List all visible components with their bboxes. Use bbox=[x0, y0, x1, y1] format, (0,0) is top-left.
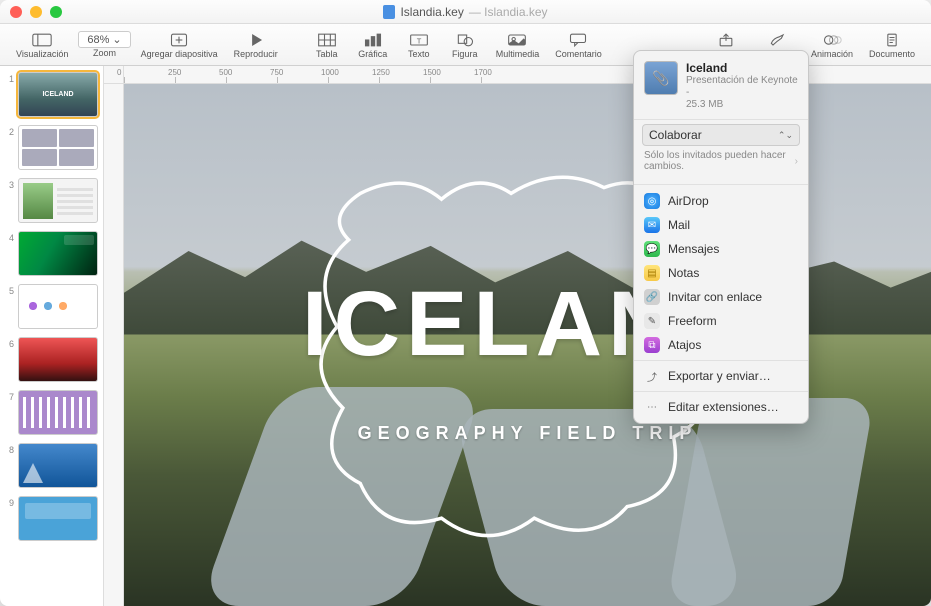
document-button[interactable]: Documento bbox=[863, 31, 921, 59]
slide-thumb-5[interactable] bbox=[18, 284, 98, 329]
share-shortcuts[interactable]: ⧉Atajos bbox=[634, 333, 808, 357]
messages-icon: 💬 bbox=[644, 241, 660, 257]
chevron-down-icon: ⌄ bbox=[112, 33, 121, 46]
share-invite-link[interactable]: 🔗Invitar con enlace bbox=[634, 285, 808, 309]
share-doc-meta1: Presentación de Keynote - bbox=[686, 75, 798, 99]
svg-text:T: T bbox=[416, 36, 421, 45]
slide-thumb-2[interactable] bbox=[18, 125, 98, 170]
chevron-up-down-icon: ⌃⌄ bbox=[778, 130, 793, 141]
slide-subtitle: GEOGRAPHY FIELD TRIP bbox=[124, 423, 931, 444]
traffic-lights bbox=[10, 6, 62, 18]
keynote-window: Islandia.key — Islandia.key Visualizació… bbox=[0, 0, 931, 606]
chart-icon bbox=[362, 31, 384, 49]
titlebar: Islandia.key — Islandia.key bbox=[0, 0, 931, 24]
share-edit-extensions[interactable]: ⋯Editar extensiones… bbox=[634, 395, 808, 419]
freeform-icon: ✎ bbox=[644, 313, 660, 329]
comment-button[interactable]: Comentario bbox=[549, 31, 608, 59]
shape-button[interactable]: Figura bbox=[444, 31, 486, 59]
share-icon bbox=[715, 31, 737, 49]
share-doc-name: Iceland bbox=[686, 61, 798, 75]
media-icon bbox=[506, 31, 528, 49]
text-button[interactable]: T Texto bbox=[398, 31, 440, 59]
share-messages[interactable]: 💬Mensajes bbox=[634, 237, 808, 261]
slide-title: ICELAND bbox=[124, 272, 931, 377]
link-icon: 🔗 bbox=[644, 289, 660, 305]
share-header: Iceland Presentación de Keynote - 25.3 M… bbox=[634, 51, 808, 119]
share-airdrop[interactable]: ◎AirDrop bbox=[634, 189, 808, 213]
text-icon: T bbox=[408, 31, 430, 49]
slide-thumb-6[interactable] bbox=[18, 337, 98, 382]
share-notes[interactable]: ▤Notas bbox=[634, 261, 808, 285]
collaborate-hint[interactable]: Sólo los invitados pueden hacer cambios.… bbox=[642, 146, 800, 176]
zoom-control[interactable]: 68%⌄ Zoom bbox=[78, 31, 130, 58]
title-primary: Islandia.key bbox=[400, 5, 463, 19]
table-button[interactable]: Tabla bbox=[306, 31, 348, 59]
share-freeform[interactable]: ✎Freeform bbox=[634, 309, 808, 333]
slide-thumb-1[interactable] bbox=[18, 72, 98, 117]
close-icon[interactable] bbox=[10, 6, 22, 18]
share-popover: Iceland Presentación de Keynote - 25.3 M… bbox=[633, 50, 809, 424]
document-icon bbox=[881, 31, 903, 49]
slide-thumb-8[interactable] bbox=[18, 443, 98, 488]
mail-icon: ✉ bbox=[644, 217, 660, 233]
animation-icon bbox=[821, 31, 843, 49]
share-options-list: ◎AirDrop ✉Mail 💬Mensajes ▤Notas 🔗Invitar… bbox=[634, 184, 808, 423]
table-icon bbox=[316, 31, 338, 49]
slide-thumb-4[interactable] bbox=[18, 231, 98, 276]
share-export[interactable]: ⤴Exportar y enviar… bbox=[634, 364, 808, 388]
maximize-icon[interactable] bbox=[50, 6, 62, 18]
add-slide-button[interactable]: Agregar diapositiva bbox=[135, 31, 224, 59]
view-icon bbox=[31, 31, 53, 49]
minimize-icon[interactable] bbox=[30, 6, 42, 18]
chart-button[interactable]: Gráfica bbox=[352, 31, 394, 59]
slide-thumb-7[interactable] bbox=[18, 390, 98, 435]
media-button[interactable]: Multimedia bbox=[490, 31, 546, 59]
plus-icon bbox=[168, 31, 190, 49]
document-icon bbox=[383, 5, 395, 19]
window-title: Islandia.key — Islandia.key bbox=[0, 5, 931, 19]
extensions-icon: ⋯ bbox=[644, 399, 660, 415]
slide-thumb-3[interactable] bbox=[18, 178, 98, 223]
share-doc-meta2: 25.3 MB bbox=[686, 99, 798, 111]
slide-navigator[interactable]: 1 2 3 4 5 6 7 8 9 bbox=[0, 66, 104, 606]
chevron-right-icon: › bbox=[795, 156, 798, 167]
slide-canvas[interactable]: ICELAND GEOGRAPHY FIELD TRIP bbox=[124, 84, 931, 606]
comment-icon bbox=[567, 31, 589, 49]
view-button[interactable]: Visualización bbox=[10, 31, 74, 59]
slide-thumb-9[interactable] bbox=[18, 496, 98, 541]
title-secondary: — Islandia.key bbox=[469, 5, 548, 19]
play-icon bbox=[245, 31, 267, 49]
shape-icon bbox=[454, 31, 476, 49]
share-mail[interactable]: ✉Mail bbox=[634, 213, 808, 237]
document-thumb-icon bbox=[644, 61, 678, 95]
airdrop-icon: ◎ bbox=[644, 193, 660, 209]
notes-icon: ▤ bbox=[644, 265, 660, 281]
collaborate-dropdown[interactable]: Colaborar ⌃⌄ bbox=[642, 124, 800, 146]
shortcuts-icon: ⧉ bbox=[644, 337, 660, 353]
animation-button[interactable]: Animación bbox=[805, 31, 859, 59]
ruler-vertical bbox=[104, 84, 124, 606]
export-icon: ⤴ bbox=[644, 368, 660, 384]
play-button[interactable]: Reproducir bbox=[228, 31, 284, 59]
